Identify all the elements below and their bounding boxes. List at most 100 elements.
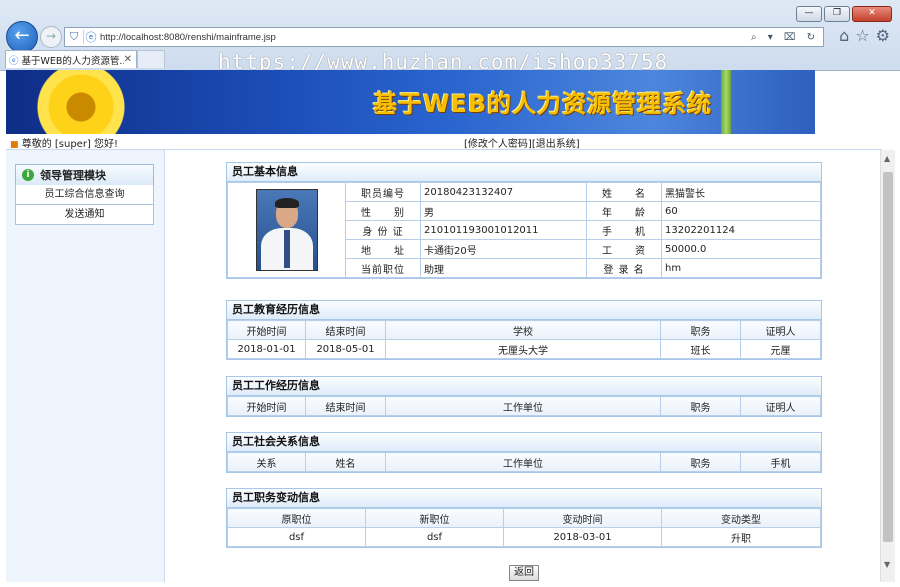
table-cell: 升职 <box>661 527 821 547</box>
field-value: hm <box>661 258 821 278</box>
scrollbar[interactable]: ▲ ▼ <box>880 150 895 582</box>
column-header: 职务 <box>660 320 741 340</box>
table-cell: dsf <box>365 527 504 547</box>
field-label: 姓 名 <box>586 182 662 202</box>
close-window-button[interactable]: ✕ <box>852 6 892 22</box>
column-header: 新职位 <box>365 508 504 528</box>
system-title: 基于WEB的人力资源管理系统 <box>373 90 713 118</box>
field-label: 年 龄 <box>586 201 662 221</box>
basic-info-panel: 员工基本信息 职员编号 20180423132407 姓 名 黑猫警长 性 别 … <box>226 162 822 279</box>
table-cell: dsf <box>227 527 366 547</box>
field-label: 登 录 名 <box>586 258 662 278</box>
field-value: 男 <box>420 201 587 221</box>
compat-shield-icon[interactable]: ⛉ <box>65 30 84 44</box>
gear-icon[interactable]: ⚙ <box>876 26 890 45</box>
column-header: 学校 <box>385 320 661 340</box>
field-label: 身 份 证 <box>345 220 421 240</box>
scroll-up-icon[interactable]: ▲ <box>884 154 890 163</box>
column-header: 变动类型 <box>661 508 821 528</box>
sidebar: i 领导管理模块 员工综合信息查询 发送通知 <box>6 150 165 582</box>
panel-title: 员工职务变动信息 <box>227 489 821 508</box>
new-tab-button[interactable] <box>137 50 165 68</box>
greeting: ■ 尊敬的 [super] 您好! <box>10 135 118 150</box>
column-header: 职务 <box>660 396 741 416</box>
field-label: 性 别 <box>345 201 421 221</box>
field-value: 助理 <box>420 258 587 278</box>
field-value: 13202201124 <box>661 220 821 240</box>
scroll-down-icon[interactable]: ▼ <box>884 560 890 569</box>
column-header: 证明人 <box>740 396 821 416</box>
module-header[interactable]: i 领导管理模块 <box>15 164 154 186</box>
table-cell: 2018-01-01 <box>227 339 306 359</box>
browser-toolbar: ⌂ ☆ ⚙ <box>839 26 890 45</box>
ie-tab-icon: ⓔ <box>9 55 19 67</box>
tab-close-icon[interactable]: ✕ <box>124 54 132 65</box>
back-button[interactable]: 返回 <box>509 565 539 581</box>
table-row: dsf dsf 2018-03-01 升职 <box>227 527 821 547</box>
tab-title: 基于WEB的人力资源管... <box>21 55 124 67</box>
social-relations-panel: 员工社会关系信息 关系 姓名 工作单位 职务 手机 <box>226 432 822 473</box>
education-panel: 员工教育经历信息 开始时间 结束时间 学校 职务 证明人 2018-01-01 … <box>226 300 822 360</box>
logout-link[interactable]: [退出系统] <box>532 139 580 150</box>
sidebar-item-employee-query[interactable]: 员工综合信息查询 <box>15 185 154 205</box>
table-cell: 班长 <box>660 339 741 359</box>
table-header-row: 原职位 新职位 变动时间 变动类型 <box>227 508 821 528</box>
column-header: 工作单位 <box>385 396 661 416</box>
table-header-row: 开始时间 结束时间 工作单位 职务 证明人 <box>227 396 821 416</box>
browser-tab[interactable]: ⓔ 基于WEB的人力资源管... ✕ <box>5 50 137 68</box>
field-value: 黑猫警长 <box>661 182 821 202</box>
column-header: 证明人 <box>740 320 821 340</box>
position-change-table: 原职位 新职位 变动时间 变动类型 dsf dsf 2018-03-01 升职 <box>227 508 821 547</box>
panel-title: 员工社会关系信息 <box>227 433 821 452</box>
minimize-button[interactable]: — <box>796 6 822 22</box>
table-row: 职员编号 20180423132407 姓 名 黑猫警长 <box>227 182 821 278</box>
table-cell: 无厘头大学 <box>385 339 661 359</box>
info-icon: i <box>22 169 34 181</box>
table-row: 2018-01-01 2018-05-01 无厘头大学 班长 元厘 <box>227 339 821 359</box>
field-value: 50000.0 <box>661 239 821 259</box>
column-header: 结束时间 <box>305 320 386 340</box>
work-history-table: 开始时间 结束时间 工作单位 职务 证明人 <box>227 396 821 416</box>
sidebar-item-send-notice[interactable]: 发送通知 <box>15 205 154 225</box>
greeting-text: 尊敬的 [super] 您好! <box>21 139 119 150</box>
panel-title: 员工基本信息 <box>227 163 821 182</box>
column-header: 职务 <box>660 452 741 472</box>
social-relations-table: 关系 姓名 工作单位 职务 手机 <box>227 452 821 472</box>
field-value: 210101193001012011 <box>420 220 587 240</box>
field-label: 职员编号 <box>345 182 421 202</box>
maximize-button[interactable]: ❐ <box>824 6 850 22</box>
column-header: 结束时间 <box>305 396 386 416</box>
address-tools[interactable]: ⌕ ▾ ⌧ ↻ <box>751 32 823 43</box>
ie-page-icon: ⓔ <box>85 31 97 44</box>
column-header: 开始时间 <box>227 320 306 340</box>
url-text[interactable]: http://localhost:8080/renshi/mainframe.j… <box>98 32 751 43</box>
column-header: 工作单位 <box>385 452 661 472</box>
scroll-thumb[interactable] <box>883 172 893 542</box>
dandelion-image <box>36 70 126 134</box>
window-controls: — ❐ ✕ <box>796 6 892 22</box>
address-bar[interactable]: ⛉ ⓔ http://localhost:8080/renshi/mainfra… <box>64 27 824 47</box>
table-header-row: 开始时间 结束时间 学校 职务 证明人 <box>227 320 821 340</box>
column-header: 开始时间 <box>227 396 306 416</box>
panel-title: 员工工作经历信息 <box>227 377 821 396</box>
column-header: 原职位 <box>227 508 366 528</box>
field-label: 地 址 <box>345 239 421 259</box>
field-value: 卡通街20号 <box>420 239 587 259</box>
table-cell: 2018-03-01 <box>503 527 662 547</box>
table-cell: 元厘 <box>740 339 821 359</box>
work-history-panel: 员工工作经历信息 开始时间 结束时间 工作单位 职务 证明人 <box>226 376 822 417</box>
edit-password-link[interactable]: [修改个人密码] <box>464 139 532 150</box>
basic-info-table: 职员编号 20180423132407 姓 名 黑猫警长 性 别 男 年 龄 6… <box>227 182 821 278</box>
position-change-panel: 员工职务变动信息 原职位 新职位 变动时间 变动类型 dsf dsf 2018-… <box>226 488 822 548</box>
browser-chrome: — ❐ ✕ ← → ⛉ ⓔ http://localhost:8080/rens… <box>0 0 900 74</box>
table-cell: 2018-05-01 <box>305 339 386 359</box>
stalk-image <box>721 70 731 134</box>
favorites-star-icon[interactable]: ☆ <box>855 26 869 45</box>
home-icon[interactable]: ⌂ <box>839 26 849 45</box>
user-links: [修改个人密码][退出系统] <box>464 135 580 150</box>
forward-arrow-icon[interactable]: → <box>40 26 62 48</box>
back-arrow-icon[interactable]: ← <box>6 21 38 53</box>
field-value: 20180423132407 <box>420 182 587 202</box>
field-label: 当前职位 <box>345 258 421 278</box>
photo-cell <box>227 182 346 278</box>
